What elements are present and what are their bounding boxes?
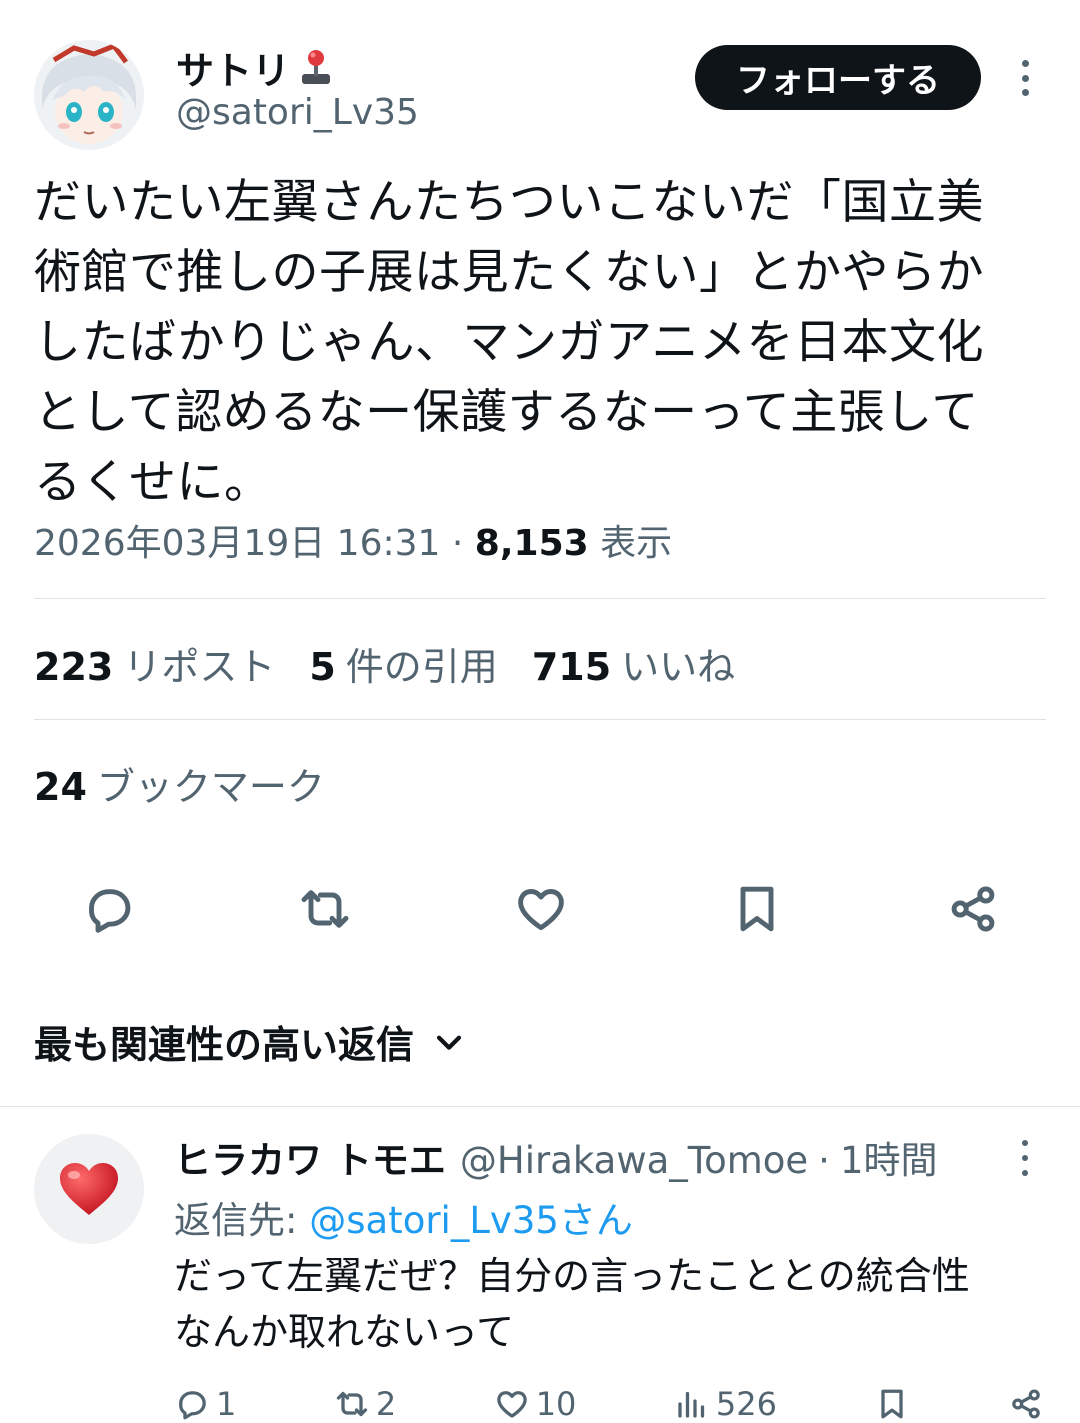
- likes-count: 715: [531, 645, 612, 689]
- share-button[interactable]: [940, 876, 1006, 942]
- reply-reply-count: 1: [216, 1385, 237, 1423]
- reply-share-button[interactable]: [1008, 1386, 1044, 1422]
- tweet-meta: 2026年03月19日 16:31 · 8,153 表示: [34, 514, 672, 566]
- reposts-count: 223: [34, 645, 114, 689]
- author-handle[interactable]: @satori_Lv35: [176, 92, 419, 133]
- meta-separator: ·: [451, 523, 464, 564]
- dot: [1021, 74, 1029, 82]
- share-icon: [1012, 1389, 1040, 1419]
- quotes-label: 件の引用: [345, 645, 498, 689]
- repost-button[interactable]: [292, 876, 358, 942]
- like-icon: [496, 1391, 527, 1418]
- reply-button[interactable]: [76, 876, 142, 942]
- quotes-stat[interactable]: 5 件の引用: [309, 636, 497, 691]
- author-display-name[interactable]: サトリ: [176, 40, 336, 95]
- divider: [34, 719, 1046, 720]
- reply-separator: ·: [818, 1139, 830, 1182]
- divider: [0, 1106, 1080, 1107]
- chevron-down-icon: [436, 1035, 462, 1050]
- reply-repost-count: 2: [375, 1385, 397, 1423]
- dot: [1021, 60, 1029, 67]
- reply-author-handle[interactable]: @Hirakawa_Tomoe: [460, 1139, 808, 1182]
- bookmark-icon: [740, 886, 774, 932]
- replying-to-handle[interactable]: @satori_Lv35さん: [309, 1199, 633, 1242]
- reply-view-count: 526: [715, 1385, 777, 1423]
- follow-button[interactable]: フォローする: [695, 45, 981, 110]
- repost-icon: [336, 1391, 367, 1417]
- tweet-action-bar: [34, 876, 1046, 942]
- repost-icon: [301, 890, 349, 928]
- bookmarks-stat[interactable]: 24 ブックマーク: [34, 756, 325, 811]
- replies-sort-label: 最も関連性の高い返信: [34, 1023, 415, 1067]
- reply-repost-button[interactable]: 2: [334, 1385, 396, 1423]
- reply-icon: [179, 1391, 206, 1420]
- like-button[interactable]: [508, 876, 574, 942]
- engagement-stats: 223 リポスト 5 件の引用 715 いいね: [34, 636, 735, 691]
- tweet-text: だいたい左翼さんたちついこないだ「国立美 術館で推しの子展は見たくない」とかやら…: [34, 175, 984, 510]
- analytics-icon: [678, 1391, 705, 1418]
- divider: [34, 598, 1046, 599]
- reply-time[interactable]: 1時間: [840, 1130, 938, 1184]
- likes-stat[interactable]: 715 いいね: [532, 636, 735, 691]
- share-icon: [951, 886, 995, 932]
- bookmarks-label: ブックマーク: [96, 765, 325, 809]
- more-options-icon[interactable]: [1010, 56, 1040, 100]
- joystick-icon: [296, 48, 336, 88]
- replies-sort-dropdown[interactable]: 最も関連性の高い返信: [34, 1014, 466, 1069]
- reply-icon: [89, 889, 131, 933]
- likes-label: いいね: [621, 645, 736, 689]
- reply-views-button[interactable]: 526: [674, 1385, 777, 1423]
- reply-like-count: 10: [535, 1385, 577, 1423]
- reply-header: ヒラカワ トモエ @Hirakawa_Tomoe · 1時間: [174, 1130, 937, 1184]
- reply-text: だって左翼だぜ？自分の言ったこととの統合性 なんか取れないって: [174, 1254, 970, 1354]
- author-name-text: サトリ: [176, 49, 291, 93]
- replying-to: 返信先: @satori_Lv35さん: [174, 1190, 633, 1244]
- reply-avatar[interactable]: [34, 1134, 144, 1244]
- tweet-timestamp[interactable]: 2026年03月19日 16:31: [34, 523, 440, 564]
- reply-like-button[interactable]: 10: [494, 1385, 577, 1423]
- dot: [1021, 89, 1029, 96]
- reply-reply-button[interactable]: 1: [174, 1385, 236, 1423]
- reposts-label: リポスト: [123, 645, 276, 689]
- reply-bookmark-button[interactable]: [874, 1386, 910, 1422]
- views-count: 8,153: [474, 523, 589, 564]
- heart-emoji-icon: [60, 1163, 118, 1215]
- anime-avatar-icon: [34, 40, 144, 150]
- reply-action-bar: 1 2 10 526: [174, 1380, 1044, 1423]
- dot: [1022, 1140, 1028, 1146]
- dot: [1022, 1170, 1028, 1176]
- reply-author-name[interactable]: ヒラカワ トモエ: [174, 1130, 446, 1184]
- reposts-stat[interactable]: 223 リポスト: [34, 636, 275, 691]
- quotes-count: 5: [309, 645, 336, 689]
- dot: [1022, 1155, 1028, 1161]
- reply-more-options-icon[interactable]: [1010, 1140, 1040, 1176]
- bookmarks-count: 24: [34, 765, 87, 809]
- author-avatar[interactable]: [34, 40, 144, 150]
- like-icon: [518, 889, 564, 931]
- replying-to-label: 返信先:: [174, 1199, 310, 1242]
- bookmark-button[interactable]: [724, 876, 790, 942]
- views-label: 表示: [600, 523, 673, 564]
- bookmark-icon: [881, 1389, 904, 1419]
